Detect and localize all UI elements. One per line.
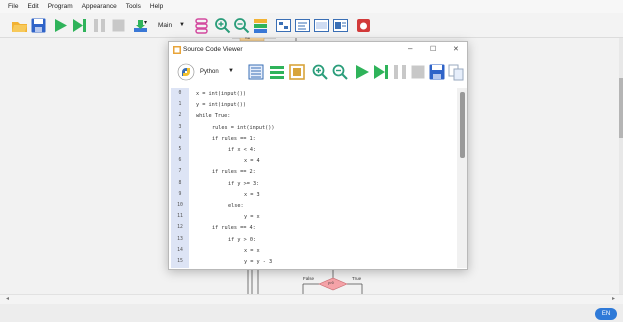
code-line: if rules == 4: (212, 225, 256, 232)
true-branch-label: True (352, 276, 362, 281)
canvas-vertical-scrollbar[interactable] (619, 38, 623, 294)
canvas-vertical-scroll-thumb[interactable] (619, 78, 623, 138)
code-line: rules = int(input()) (212, 124, 275, 131)
line-number: 15 (177, 259, 183, 264)
pause-icon[interactable] (391, 63, 409, 81)
line-number: 5 (178, 147, 182, 152)
open-folder-icon[interactable] (11, 17, 28, 34)
chevron-down-icon[interactable]: ▼ (179, 22, 185, 28)
stop-icon[interactable] (110, 17, 127, 34)
save-icon[interactable] (30, 17, 47, 34)
export-dropdown-icon[interactable]: ▾ (144, 19, 150, 27)
code-line: y = int(input()) (196, 102, 246, 109)
line-number-gutter: 0 1 2 3 4 5 6 7 8 9 10 11 12 13 14 15 (171, 88, 189, 268)
code-line: if rules == 2: (212, 169, 256, 176)
fit-window-icon[interactable] (288, 63, 306, 81)
line-number: 3 (178, 124, 182, 130)
scroll-right-icon[interactable]: ▸ (612, 295, 615, 302)
menu-edit[interactable]: Edit (27, 3, 38, 10)
canvas-horizontal-scrollbar[interactable]: ◂ ▸ (0, 294, 623, 304)
code-editor[interactable]: 0 1 2 3 4 5 6 7 8 9 10 11 12 13 14 15 x = int(input()) y… (171, 88, 467, 268)
stop-icon[interactable] (409, 63, 427, 81)
code-scroll-thumb[interactable] (460, 92, 465, 158)
line-number: 8 (178, 180, 182, 186)
line-number: 6 (178, 158, 182, 164)
decision-node-text[interactable]: y>0 (328, 281, 334, 285)
viewer-title: Source Code Viewer (183, 46, 243, 53)
scroll-left-icon[interactable]: ◂ (6, 295, 9, 302)
zoom-in-icon[interactable] (311, 63, 329, 81)
code-line: x = 3 (244, 191, 260, 198)
line-number: 10 (177, 203, 183, 208)
false-branch-label: False (303, 276, 315, 281)
line-number: 11 (177, 214, 183, 220)
text-layout-icon[interactable] (268, 63, 286, 81)
python-logo-icon[interactable] (177, 63, 195, 81)
menu-appearance[interactable]: Appearance (82, 3, 117, 10)
code-view-icon[interactable] (294, 17, 311, 34)
code-line: if y >= 3: (228, 180, 260, 187)
language-badge[interactable]: EN (595, 308, 617, 320)
run-icon[interactable] (353, 63, 371, 81)
status-bar: EN (0, 304, 623, 322)
maximize-icon[interactable]: ☐ (430, 45, 436, 53)
variables-icon[interactable] (193, 17, 210, 34)
minimize-icon[interactable]: – (408, 44, 412, 53)
pause-icon[interactable] (91, 17, 108, 34)
viewer-app-icon (173, 46, 181, 54)
line-number: 7 (178, 169, 182, 175)
code-line: if x < 4: (228, 147, 257, 153)
viewer-toolbar: Python ▼ (169, 58, 467, 86)
zoom-out-icon[interactable] (331, 63, 349, 81)
code-line: x = 4 (244, 158, 260, 165)
bug-icon[interactable] (355, 17, 372, 34)
menu-program[interactable]: Program (48, 3, 73, 10)
line-number: 2 (178, 113, 182, 119)
menu-help[interactable]: Help (150, 3, 163, 10)
code-line: if y > 0: (228, 236, 257, 243)
settings-icon[interactable] (332, 17, 349, 34)
code-line: y = x (244, 214, 260, 221)
app-window: File Edit Program Appearance Tools Help … (0, 0, 623, 322)
line-number: 14 (177, 247, 183, 253)
code-line: x = x (244, 247, 260, 254)
code-line: if rules == 1: (212, 135, 256, 142)
code-line: y = y - 3 (244, 259, 273, 265)
language-select[interactable]: Python (200, 69, 219, 75)
line-number: 4 (178, 135, 182, 141)
zoom-out-icon[interactable] (233, 17, 250, 34)
top-node-text[interactable]: true (245, 36, 250, 40)
chevron-down-icon[interactable]: ▼ (228, 68, 234, 74)
line-number: 12 (177, 225, 183, 231)
console-icon[interactable] (313, 17, 330, 34)
main-toolbar: ▾ Main ▼ (0, 13, 623, 38)
menu-file[interactable]: File (8, 3, 18, 10)
line-number: 13 (177, 236, 183, 242)
line-number: 1 (178, 102, 182, 108)
run-icon[interactable] (52, 17, 69, 34)
code-line: x = int(input()) (196, 91, 246, 97)
close-icon[interactable]: ✕ (453, 45, 459, 53)
line-view-icon[interactable] (247, 63, 265, 81)
step-icon[interactable] (372, 63, 390, 81)
step-icon[interactable] (71, 17, 88, 34)
save-icon[interactable] (428, 63, 446, 81)
line-number: 0 (178, 91, 182, 96)
menu-tools[interactable]: Tools (126, 3, 141, 10)
zoom-in-icon[interactable] (214, 17, 231, 34)
flowchart-view-icon[interactable] (275, 17, 292, 34)
source-code-viewer-window: Source Code Viewer – ☐ ✕ Python ▼ 0 1 2 … (168, 41, 468, 270)
viewer-title-bar[interactable]: Source Code Viewer – ☐ ✕ (169, 42, 467, 58)
main-function-select[interactable]: Main (158, 22, 172, 29)
code-line: while True: (196, 113, 231, 120)
copy-icon[interactable] (447, 63, 465, 81)
line-number: 9 (178, 191, 182, 197)
layers-icon[interactable] (252, 17, 269, 34)
code-line: else: (228, 203, 244, 209)
menu-bar: File Edit Program Appearance Tools Help (0, 0, 623, 13)
